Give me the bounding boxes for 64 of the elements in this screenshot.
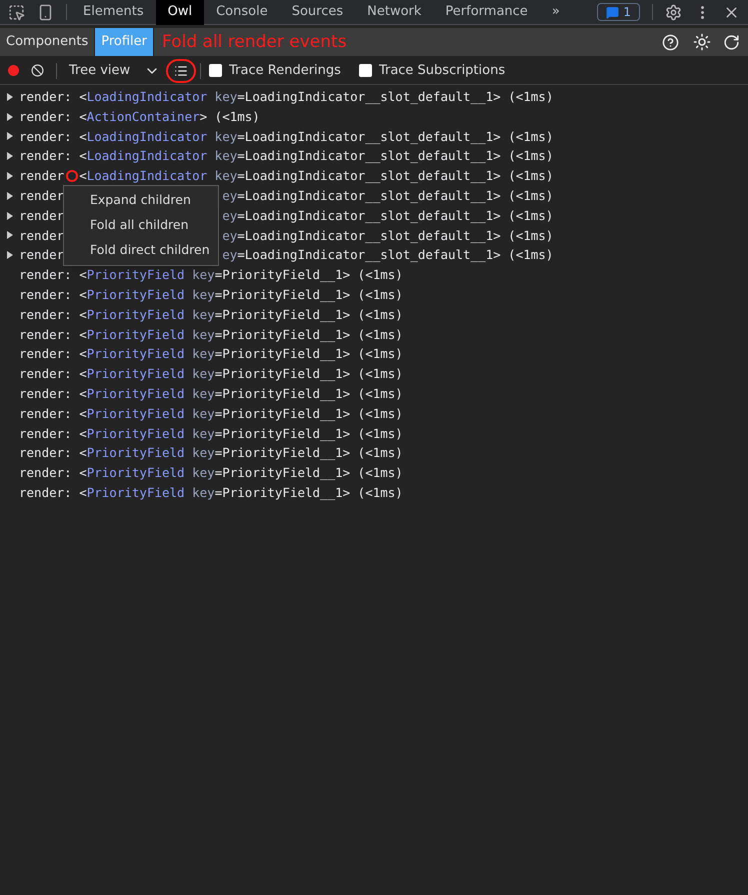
menu-item[interactable]: Expand children (64, 188, 218, 213)
message-icon (606, 6, 620, 18)
render-event[interactable]: render (19, 206, 64, 226)
expand-triangle-icon[interactable] (7, 92, 13, 101)
render-event[interactable]: ey=LoadingIndicator__slot_default__1> (<1ms) (222, 245, 554, 266)
render-event[interactable]: render (19, 166, 64, 186)
render-event[interactable]: render: <PriorityField key=PriorityField__1> (<1ms) (19, 384, 403, 404)
render-event[interactable]: ey=LoadingIndicator__slot_default__1> (<1ms) (222, 186, 554, 206)
render-event[interactable]: render: <PriorityField key=PriorityField__1> (<1ms) (19, 344, 403, 364)
expand-triangle-icon[interactable] (7, 212, 13, 220)
settings-icon[interactable] (665, 4, 682, 20)
expand-triangle-icon[interactable] (7, 251, 13, 260)
panel-tab[interactable]: Owl (156, 0, 204, 24)
menu-item[interactable]: Fold direct children (64, 238, 218, 263)
list-icon (174, 64, 188, 78)
render-event[interactable]: render: <PriorityField key=PriorityField__1> (<1ms) (19, 443, 403, 464)
render-event[interactable]: render: <PriorityField key=PriorityField__1> (<1ms) (19, 463, 403, 483)
render-event[interactable]: render: <LoadingIndicator key=LoadingIndicator__slot_default__1> (<1ms) (19, 126, 554, 146)
render-event[interactable]: render: <ActionContainer> (<1ms) (19, 106, 260, 127)
inspect-icon[interactable] (8, 4, 25, 20)
render-event[interactable]: render: <LoadingIndicator key=LoadingIndicator__slot_default__1> (<1ms) (19, 87, 554, 107)
expand-triangle-icon[interactable] (7, 231, 13, 240)
render-event[interactable]: render: <PriorityField key=PriorityField__1> (<1ms) (19, 404, 403, 424)
hover-marker-icon (66, 170, 78, 182)
expand-triangle-icon[interactable] (7, 152, 13, 160)
expand-triangle-icon[interactable] (7, 112, 13, 121)
clear-icon[interactable] (31, 64, 44, 77)
fold-all-button[interactable] (166, 58, 196, 82)
expand-triangle-icon[interactable] (7, 192, 13, 200)
view-select[interactable]: Tree view (65, 60, 160, 80)
render-event[interactable]: render (19, 245, 64, 266)
render-event[interactable]: render: <LoadingIndicator key=LoadingIndicator__slot_default__1> (<1ms) (19, 146, 554, 166)
settings-icon[interactable] (693, 33, 711, 51)
panel-tab[interactable]: Performance (433, 0, 540, 24)
annotation-text: Fold all render events (162, 32, 347, 52)
panel-tab[interactable]: Network (355, 0, 434, 24)
render-event[interactable]: render: <PriorityField key=PriorityField__1> (<1ms) (19, 265, 403, 285)
render-event[interactable]: render (19, 226, 64, 246)
panel-tab[interactable]: Elements (71, 0, 156, 24)
refresh-icon[interactable] (723, 34, 740, 50)
checkbox[interactable] (358, 64, 372, 77)
checkbox-label: Trace Subscriptions (378, 62, 506, 80)
panel-tab[interactable]: Sources (280, 0, 356, 24)
render-event[interactable]: ey=LoadingIndicator__slot_default__1> (<1ms) (222, 206, 554, 226)
more-tabs-button[interactable]: » (540, 2, 572, 22)
menu-item[interactable]: Fold all children (64, 213, 218, 238)
render-event[interactable]: ey=LoadingIndicator__slot_default__1> (<1ms) (222, 226, 554, 246)
checkbox[interactable] (209, 64, 222, 77)
device-icon[interactable] (37, 4, 54, 20)
render-event[interactable]: render: <PriorityField key=PriorityField__1> (<1ms) (19, 482, 403, 503)
record-button[interactable] (8, 65, 19, 76)
render-event[interactable]: render: <PriorityField key=PriorityField__1> (<1ms) (19, 324, 403, 344)
checkbox-label: Trace Renderings (229, 62, 341, 80)
expand-triangle-icon[interactable] (7, 172, 13, 180)
panel-tab[interactable]: Console (204, 0, 280, 24)
issues-badge[interactable]: 1 (597, 3, 640, 21)
help-icon[interactable] (662, 34, 679, 50)
render-event[interactable]: render (19, 186, 64, 206)
expand-triangle-icon[interactable] (7, 132, 13, 140)
render-event[interactable]: render: <PriorityField key=PriorityField__1> (<1ms) (19, 364, 403, 384)
render-event[interactable]: render: <PriorityField key=PriorityField__1> (<1ms) (19, 304, 403, 325)
render-event[interactable]: render: <PriorityField key=PriorityField__1> (<1ms) (19, 284, 403, 305)
render-event[interactable]: <LoadingIndicator key=LoadingIndicator__slot_default__1> (<1ms) (79, 166, 554, 186)
render-event[interactable]: render: <PriorityField key=PriorityField__1> (<1ms) (19, 424, 403, 444)
